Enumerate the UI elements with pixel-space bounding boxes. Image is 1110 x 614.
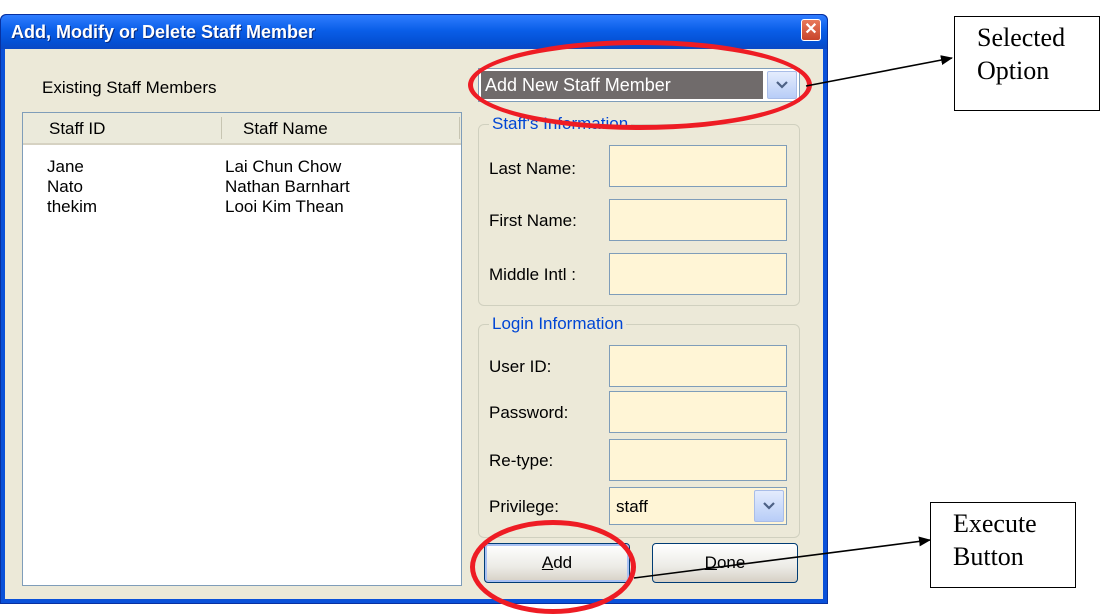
callout-line: Selected <box>977 23 1066 52</box>
callout-line: Option <box>977 56 1050 85</box>
callout-line: Execute <box>953 509 1037 538</box>
arrow-to-execute-button <box>633 536 931 579</box>
callout-line: Button <box>953 542 1024 571</box>
callout-selected-option: Selected Option <box>954 16 1100 111</box>
callout-execute-button: Execute Button <box>930 502 1076 588</box>
arrow-to-selected-option <box>805 55 953 87</box>
